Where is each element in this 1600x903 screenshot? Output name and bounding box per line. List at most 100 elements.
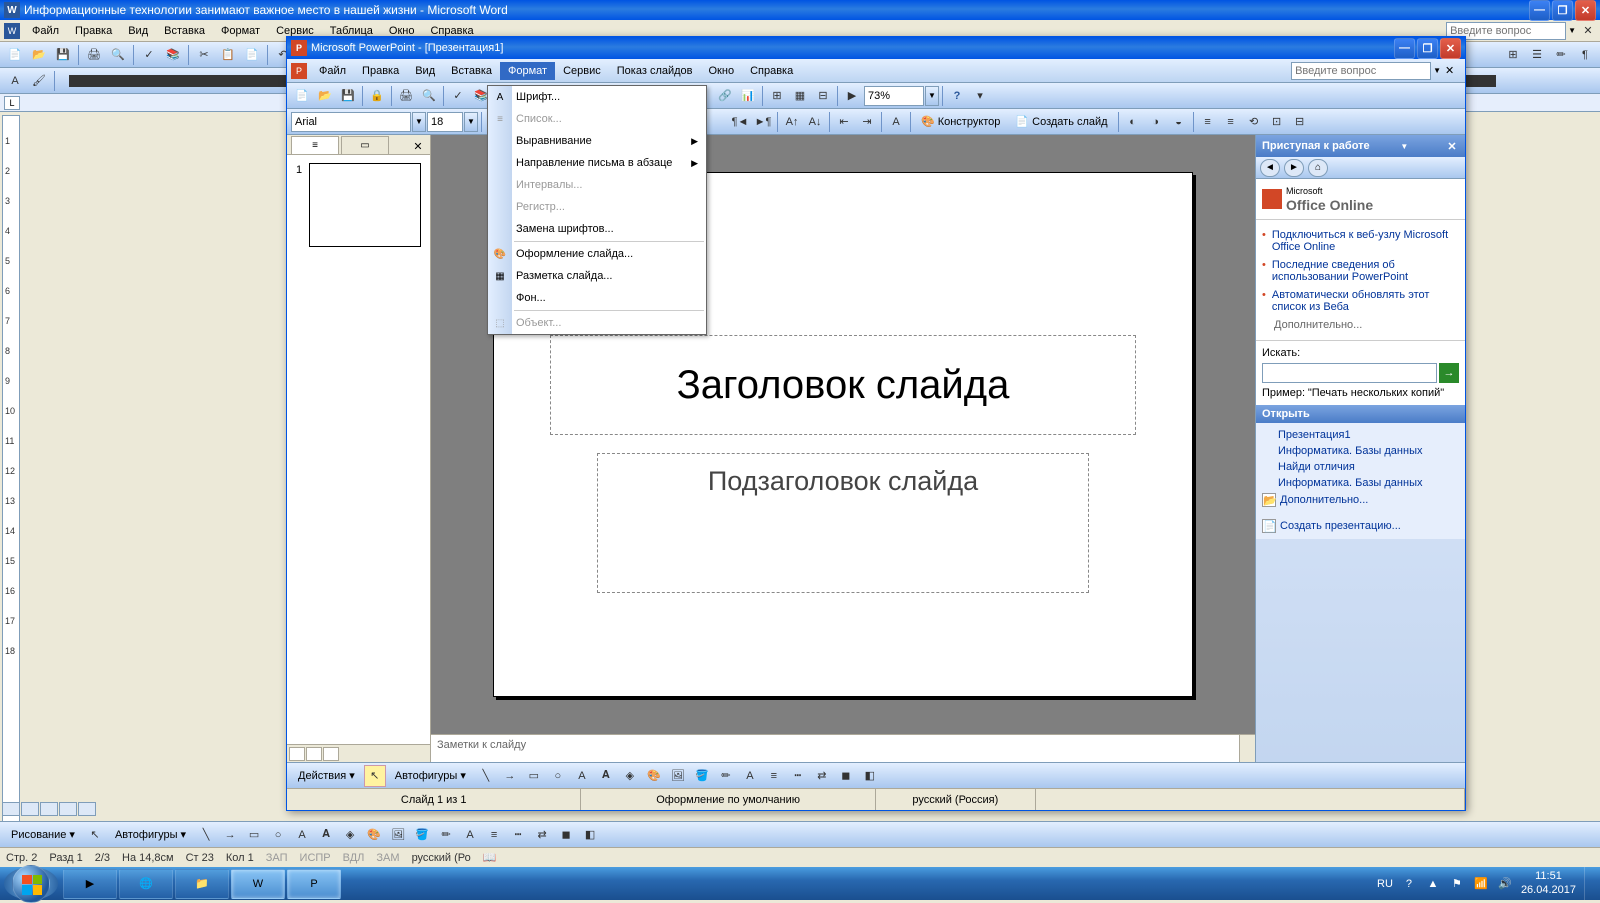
tray-network-icon[interactable]: 📶: [1473, 876, 1489, 892]
pp-menu-edit[interactable]: Правка: [354, 62, 407, 80]
drawing-icon[interactable]: ✏: [1550, 44, 1572, 66]
fill-color-icon[interactable]: 🪣: [411, 824, 433, 846]
pp-close-button[interactable]: ✕: [1440, 38, 1461, 59]
line-style-icon[interactable]: ≡: [483, 824, 505, 846]
pp-arrow-style-icon[interactable]: ⇄: [811, 765, 833, 787]
pp-chart-icon[interactable]: 📊: [737, 85, 759, 107]
fm-align[interactable]: Выравнивание▶: [488, 130, 706, 152]
font-color-icon[interactable]: A: [459, 824, 481, 846]
word-doc-close-button[interactable]: ✕: [1580, 23, 1596, 39]
open-icon[interactable]: 📂: [28, 44, 50, 66]
recent-more[interactable]: 📂Дополнительно...: [1262, 491, 1459, 509]
pp-oval-icon[interactable]: ○: [547, 765, 569, 787]
print-icon[interactable]: 🖨: [83, 44, 105, 66]
pp-diagram-icon[interactable]: ◈: [619, 765, 641, 787]
show-desktop-button[interactable]: [1584, 867, 1592, 900]
pp-sorter-view-icon[interactable]: [306, 747, 322, 761]
pp-help-icon[interactable]: ?: [946, 85, 968, 107]
recent-item-2[interactable]: Информатика. Базы данных: [1262, 443, 1459, 459]
word-question-dropdown[interactable]: ▼: [1568, 26, 1576, 35]
pp-inc-font-icon[interactable]: A↑: [781, 111, 803, 133]
status-spelling-icon[interactable]: 📖: [483, 851, 497, 864]
word-draw-menu[interactable]: Рисование▾: [4, 824, 82, 846]
pp-color-icon[interactable]: ◒: [1168, 111, 1190, 133]
tray-clock[interactable]: 11:51 26.04.2017: [1521, 870, 1576, 896]
task-link-news[interactable]: •Последние сведения об использовании Pow…: [1262, 256, 1459, 286]
paragraph-icon[interactable]: ¶: [1574, 44, 1596, 66]
pp-maximize-button[interactable]: ❐: [1417, 38, 1438, 59]
pp-ltr-icon[interactable]: ¶◄: [729, 111, 751, 133]
dash-style-icon[interactable]: ┅: [507, 824, 529, 846]
pp-rect-icon[interactable]: ▭: [523, 765, 545, 787]
pp-dash-icon[interactable]: ┅: [787, 765, 809, 787]
pp-rtl-icon[interactable]: ►¶: [752, 111, 774, 133]
pp-design-button[interactable]: 🎨Конструктор: [914, 111, 1007, 133]
web-view-icon[interactable]: [21, 802, 39, 816]
search-input[interactable]: [1262, 363, 1437, 383]
recent-item-4[interactable]: Информатика. Базы данных: [1262, 475, 1459, 491]
word-menu-format[interactable]: Формат: [213, 23, 268, 39]
pp-align-left-icon[interactable]: ≡: [1197, 111, 1219, 133]
word-menu-file[interactable]: Файл: [24, 23, 67, 39]
word-minimize-button[interactable]: —: [1529, 0, 1550, 21]
pp-show-icon[interactable]: ▶: [841, 85, 863, 107]
copy-icon[interactable]: 📋: [217, 44, 239, 66]
pp-menu-file[interactable]: Файл: [311, 62, 354, 80]
pp-textbox-icon[interactable]: A: [571, 765, 593, 787]
pp-menu-slideshow[interactable]: Показ слайдов: [609, 62, 701, 80]
textbox-icon[interactable]: A: [291, 824, 313, 846]
pp-bw-icon[interactable]: ◐: [1122, 111, 1144, 133]
slide-subtitle-placeholder[interactable]: Подзаголовок слайда: [597, 453, 1089, 593]
pp-menu-tools[interactable]: Сервис: [555, 62, 609, 80]
pp-font-dropdown[interactable]: ▼: [412, 112, 426, 132]
task-pane-close[interactable]: ✕: [1445, 139, 1459, 153]
taskbar-powerpoint[interactable]: P: [287, 869, 341, 899]
pp-clipart-icon[interactable]: 🎨: [643, 765, 665, 787]
task-home-button[interactable]: ⌂: [1308, 159, 1328, 177]
fm-background[interactable]: Фон...: [488, 287, 706, 309]
table-icon[interactable]: ⊞: [1502, 44, 1524, 66]
pp-save-icon[interactable]: 💾: [337, 85, 359, 107]
fm-slide-design[interactable]: 🎨Оформление слайда...: [488, 243, 706, 265]
pp-table-icon[interactable]: ⊞: [766, 85, 788, 107]
pp-slides-tab[interactable]: ▭: [341, 136, 389, 154]
picture-icon[interactable]: 🖼: [387, 824, 409, 846]
word-menu-insert[interactable]: Вставка: [156, 23, 213, 39]
pp-toolbar-options-icon[interactable]: ▾: [969, 85, 991, 107]
task-back-button[interactable]: ◄: [1260, 159, 1280, 177]
fm-font[interactable]: AШрифт...: [488, 86, 706, 108]
word-maximize-button[interactable]: ❐: [1552, 0, 1573, 21]
tab-selector[interactable]: L: [4, 96, 20, 110]
arrow-icon[interactable]: →: [219, 824, 241, 846]
select-icon[interactable]: ↖: [84, 824, 106, 846]
pp-font-select[interactable]: Arial: [291, 112, 411, 132]
word-menu-edit[interactable]: Правка: [67, 23, 120, 39]
research-icon[interactable]: 📚: [162, 44, 184, 66]
pp-new-icon[interactable]: 📄: [291, 85, 313, 107]
pp-align-center-icon[interactable]: ≡: [1220, 111, 1242, 133]
style-icon[interactable]: A: [4, 70, 26, 92]
pp-3d-icon[interactable]: ◧: [859, 765, 881, 787]
word-menu-view[interactable]: Вид: [120, 23, 156, 39]
cut-icon[interactable]: ✂: [193, 44, 215, 66]
pp-minimize-button[interactable]: —: [1394, 38, 1415, 59]
tray-volume-icon[interactable]: 🔊: [1497, 876, 1513, 892]
print-view-icon[interactable]: [40, 802, 58, 816]
create-presentation[interactable]: 📄Создать презентацию...: [1262, 517, 1459, 535]
pp-autoshapes[interactable]: Автофигуры▾: [388, 765, 473, 787]
pp-zoom-input[interactable]: 73%: [864, 86, 924, 106]
word-close-button[interactable]: ✕: [1575, 0, 1596, 21]
pp-grayscale-icon[interactable]: ◑: [1145, 111, 1167, 133]
diagram-icon[interactable]: ◈: [339, 824, 361, 846]
reading-view-icon[interactable]: [78, 802, 96, 816]
shadow-icon[interactable]: ◼: [555, 824, 577, 846]
pp-tables-icon[interactable]: ▦: [789, 85, 811, 107]
pp-select-icon[interactable]: ↖: [364, 765, 386, 787]
fm-slide-layout[interactable]: ▦Разметка слайда...: [488, 265, 706, 287]
taskbar-wmp[interactable]: ▶: [63, 869, 117, 899]
word-autoshapes[interactable]: Автофигуры▾: [108, 824, 193, 846]
pp-dec-indent-icon[interactable]: ⇤: [833, 111, 855, 133]
pp-new-slide-button[interactable]: 📄Создать слайд: [1008, 111, 1114, 133]
pp-rotate-icon[interactable]: ⟲: [1243, 111, 1265, 133]
task-link-connect[interactable]: •Подключиться к веб-узлу Microsoft Offic…: [1262, 226, 1459, 256]
